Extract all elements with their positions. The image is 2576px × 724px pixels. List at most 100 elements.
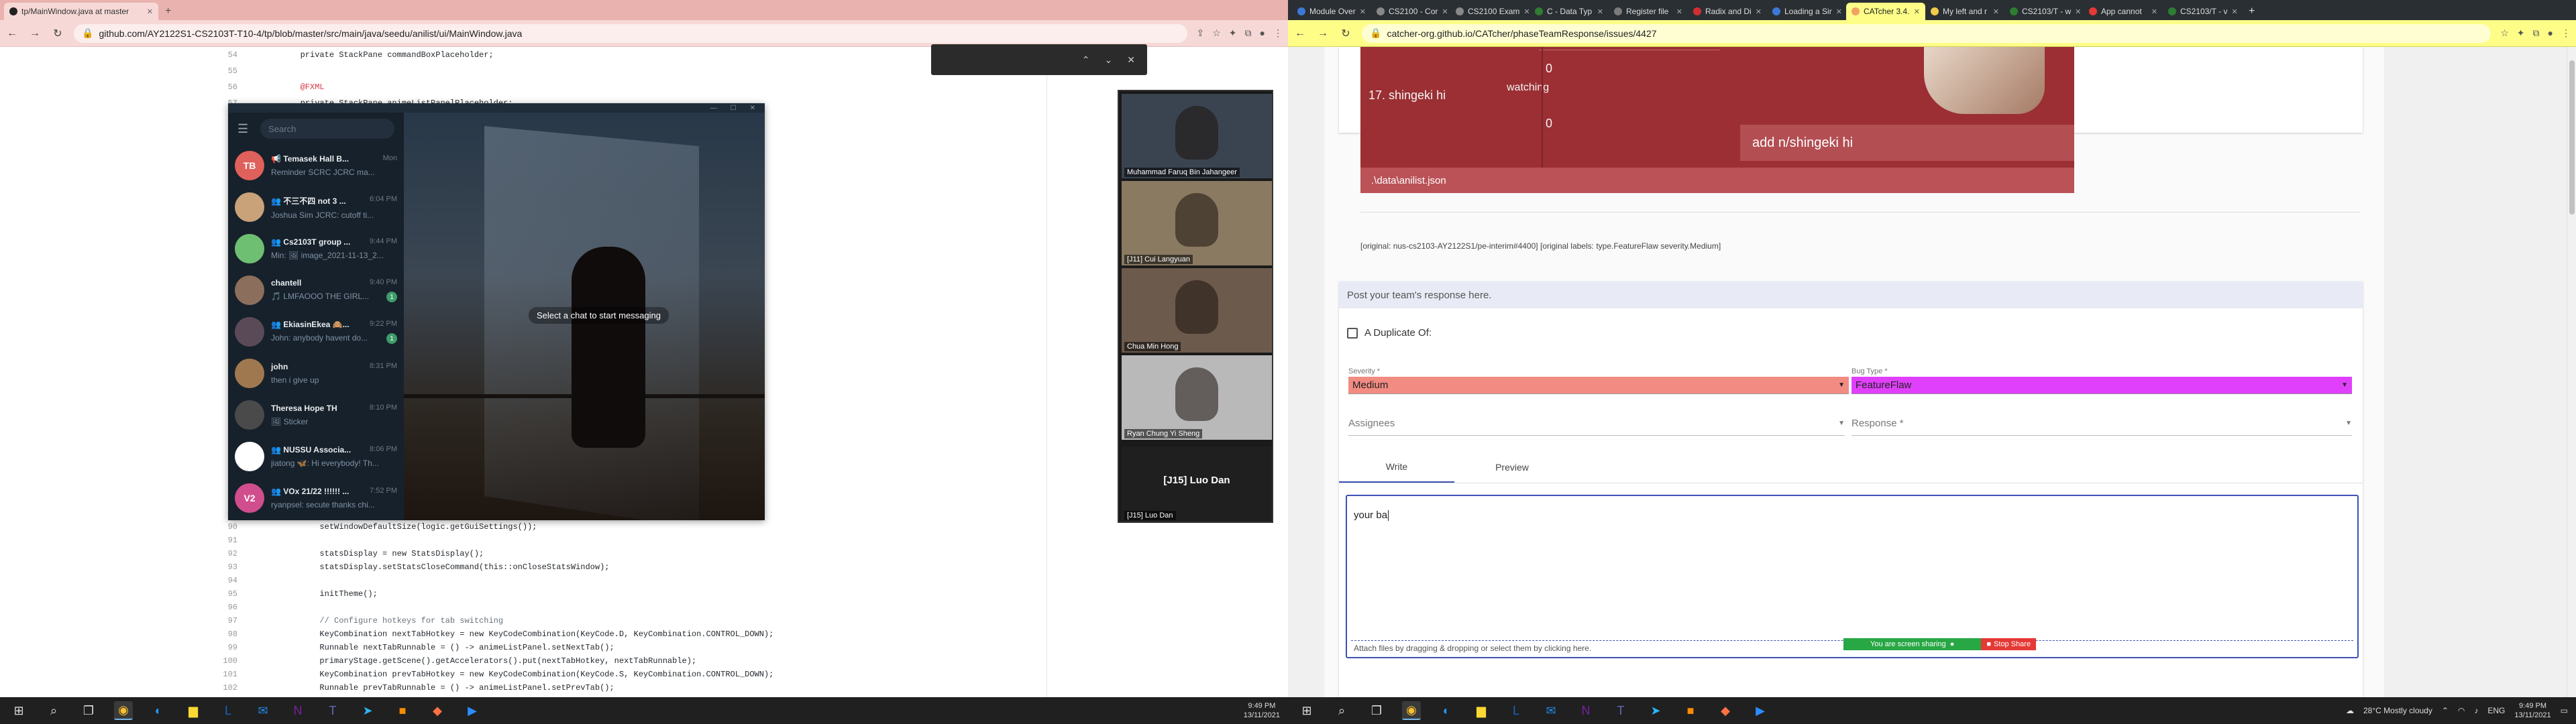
chat-list-item[interactable]: 👥 不三不四 not 3 ... 6:04 PM Joshua Sim JCRC: … xyxy=(228,186,404,228)
chat-list-item[interactable]: chantell 9:40 PM 🎵 LMFAOOO THE GIRL... 1 xyxy=(228,269,404,311)
chat-list-item[interactable]: john 8:31 PM then i give up xyxy=(228,353,404,394)
browser-tab[interactable]: Module Over ✕ xyxy=(1292,3,1371,20)
menu-icon[interactable]: ⋮ xyxy=(2561,27,2571,39)
browser-tab[interactable]: Loading a Sir ✕ xyxy=(1767,3,1846,20)
response-select[interactable]: Response * ▼ xyxy=(1851,412,2352,436)
browser-tab[interactable]: App cannot ✕ xyxy=(2084,3,2163,20)
close-icon[interactable]: ✕ xyxy=(1756,7,1762,16)
maximize-icon[interactable]: ☐ xyxy=(731,105,737,112)
weather-text[interactable]: 28°C Mostly cloudy xyxy=(2363,706,2432,715)
windows-start-icon[interactable]: ⊞ xyxy=(9,701,28,720)
assignees-select[interactable]: Assignees ▼ xyxy=(1348,412,1845,436)
wifi-icon[interactable]: ◠ xyxy=(2458,706,2465,715)
star-icon[interactable]: ☆ xyxy=(1212,27,1221,39)
back-icon[interactable]: ← xyxy=(1293,27,1307,40)
teams-icon[interactable]: T xyxy=(1611,701,1630,720)
tab-preview[interactable]: Preview xyxy=(1454,452,1570,483)
lms-icon[interactable]: L xyxy=(1507,701,1525,720)
tab-write[interactable]: Write xyxy=(1339,452,1454,483)
star-icon[interactable]: ☆ xyxy=(2500,27,2509,39)
browser-tab[interactable]: CS2103/T - v ✕ xyxy=(2163,3,2242,20)
browser-tab[interactable]: CATcher 3.4. ✕ xyxy=(1846,3,1925,20)
telegram-icon[interactable]: ➤ xyxy=(1646,701,1665,720)
extension-icon[interactable]: ✦ xyxy=(1229,27,1237,39)
edge-icon[interactable]: ◐ xyxy=(1437,701,1456,720)
browser-tab[interactable]: My left and r ✕ xyxy=(1925,3,2004,20)
lms-icon[interactable]: L xyxy=(219,701,237,720)
extension-icon[interactable]: ✦ xyxy=(2517,27,2525,39)
left-active-tab[interactable]: tp/MainWindow.java at master ✕ xyxy=(4,3,158,20)
stop-share-button[interactable]: ■ Stop Share xyxy=(1981,638,2037,650)
browser-tab[interactable]: CS2100 - Cor ✕ xyxy=(1371,3,1450,20)
scrollbar-thumb[interactable] xyxy=(2569,60,2575,215)
notification-icon[interactable]: ▭ xyxy=(2561,706,2568,715)
close-icon[interactable]: ✕ xyxy=(2231,7,2237,16)
browser-tab[interactable]: CS2100 Exam ✕ xyxy=(1450,3,1529,20)
close-icon[interactable]: ✕ xyxy=(1993,7,1999,16)
close-icon[interactable]: ✕ xyxy=(2075,7,2081,16)
right-clock[interactable]: 9:49 PM 13/11/2021 xyxy=(2514,701,2551,720)
new-tab-button[interactable]: + xyxy=(2242,3,2261,20)
minimize-icon[interactable]: ⌃ xyxy=(1082,54,1090,66)
puzzle-icon[interactable]: ⧉ xyxy=(1245,27,1252,39)
language-indicator[interactable]: ENG xyxy=(2487,706,2505,715)
response-textarea[interactable]: your ba Attach files by dragging & dropp… xyxy=(1346,495,2359,658)
close-icon[interactable]: ✕ xyxy=(1127,54,1135,66)
chat-list-item[interactable]: 👥 NUSSU Associa... 8:06 PM jiatong 🦋: Hi e… xyxy=(228,436,404,477)
chevron-down-icon[interactable]: ⌄ xyxy=(1105,54,1113,66)
zoom-icon[interactable]: ▶ xyxy=(463,701,482,720)
attach-hint[interactable]: Attach files by dragging & dropping or s… xyxy=(1354,644,1591,653)
profile-icon[interactable]: ● xyxy=(1260,27,1265,39)
share-icon[interactable]: ⇪ xyxy=(1197,27,1205,39)
close-icon[interactable]: ✕ xyxy=(1676,7,1682,16)
browser-tab[interactable]: CS2103/T - w ✕ xyxy=(2004,3,2084,20)
back-icon[interactable]: ← xyxy=(5,27,19,40)
folder-icon[interactable]: ▆ xyxy=(184,701,203,720)
participant-tile[interactable]: Muhammad Faruq Bin Jahangeer xyxy=(1122,94,1272,178)
onenote-icon[interactable]: N xyxy=(288,701,307,720)
menu-icon[interactable]: ⋮ xyxy=(1273,27,1283,39)
participant-tile[interactable]: Ryan Chung Yi Sheng xyxy=(1122,355,1272,440)
chat-list-item[interactable]: 👥 Cs2103T group ... 9:44 PM Min: 🖼 image_2… xyxy=(228,228,404,269)
app-icon[interactable]: ■ xyxy=(1681,701,1700,720)
telegram-icon[interactable]: ➤ xyxy=(358,701,377,720)
zoom-icon[interactable]: ▶ xyxy=(1751,701,1770,720)
volume-icon[interactable]: ♪ xyxy=(2474,706,2478,715)
participant-tile[interactable]: [J11] Cui Langyuan xyxy=(1122,181,1272,265)
app-icon[interactable]: ■ xyxy=(393,701,412,720)
close-icon[interactable]: ✕ xyxy=(1523,7,1529,16)
edge-icon[interactable]: ◐ xyxy=(149,701,168,720)
folder-icon[interactable]: ▆ xyxy=(1472,701,1491,720)
browser-tab[interactable]: Register file ✕ xyxy=(1609,3,1688,20)
telegram-search-input[interactable]: Search xyxy=(260,119,394,139)
weather-icon[interactable]: ☁ xyxy=(2346,706,2354,715)
close-icon[interactable]: ✕ xyxy=(1914,7,1920,16)
chat-list-item[interactable]: V2 👥 VOx 21/22 !!!!!! ... 7:52 PM ryanpsel:… xyxy=(228,477,404,519)
onenote-icon[interactable]: N xyxy=(1576,701,1595,720)
page-scrollbar[interactable] xyxy=(2567,47,2576,697)
new-tab-button[interactable]: + xyxy=(158,3,178,20)
left-url-field[interactable]: 🔒 github.com/AY2122S1-CS2103T-T10-4/tp/b… xyxy=(74,23,1187,43)
puzzle-icon[interactable]: ⧉ xyxy=(2533,27,2540,39)
participant-tile[interactable]: Chua Min Hong xyxy=(1122,268,1272,353)
browser-tab[interactable]: Radix and Di ✕ xyxy=(1688,3,1767,20)
close-icon[interactable]: ✕ xyxy=(1442,7,1448,16)
tray-chevron-icon[interactable]: ⌃ xyxy=(2442,706,2449,715)
reload-icon[interactable]: ↻ xyxy=(1339,27,1352,40)
duplicate-checkbox[interactable] xyxy=(1347,328,1358,339)
outlook-icon[interactable]: ✉ xyxy=(1542,701,1560,720)
chat-list-item[interactable]: TB 📢 Temasek Hall B... Mon Reminder SCRC JC… xyxy=(228,145,404,186)
chat-list-item[interactable]: 👥 EkiasinEkea 🙈... 9:22 PM John: anybody h… xyxy=(228,311,404,353)
search-icon[interactable]: ⌕ xyxy=(1332,701,1351,720)
search-icon[interactable]: ⌕ xyxy=(44,701,63,720)
outlook-icon[interactable]: ✉ xyxy=(254,701,272,720)
windows-start-icon[interactable]: ⊞ xyxy=(1297,701,1316,720)
chrome-icon[interactable]: ◉ xyxy=(1402,701,1421,720)
close-icon[interactable]: ✕ xyxy=(1836,7,1842,16)
profile-icon[interactable]: ● xyxy=(2548,27,2553,39)
task-view-icon[interactable]: ❐ xyxy=(1367,701,1386,720)
left-clock[interactable]: 9:49 PM 13/11/2021 xyxy=(1244,701,1280,720)
close-icon[interactable]: ✕ xyxy=(1597,7,1603,16)
browser-tab[interactable]: C - Data Typ ✕ xyxy=(1529,3,1609,20)
bugtype-select[interactable]: FeatureFlaw ▼ xyxy=(1851,377,2352,394)
